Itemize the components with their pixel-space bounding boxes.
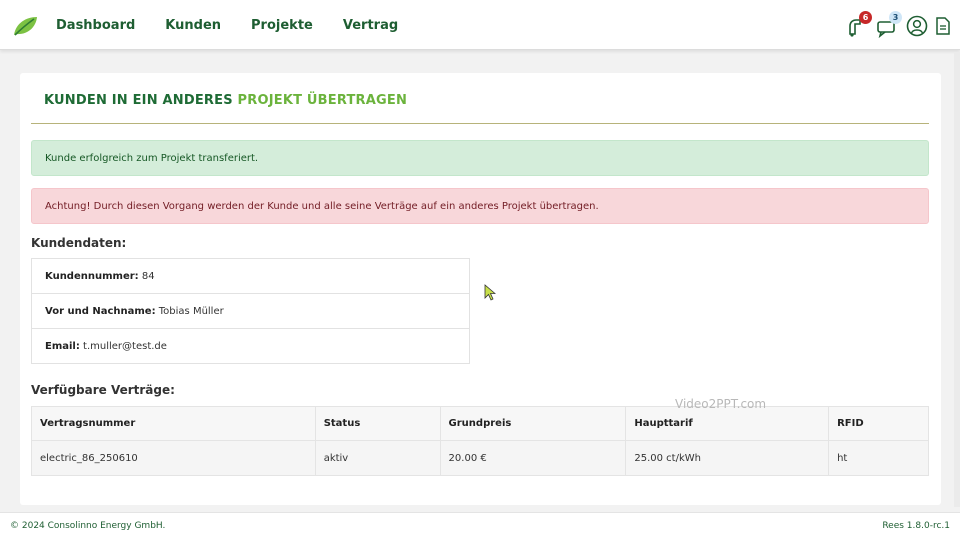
document-icon	[936, 17, 950, 35]
footer-copyright: © 2024 Consolinno Energy GmbH.	[10, 521, 166, 531]
user-profile-button[interactable]	[906, 14, 930, 40]
cell-grundpreis: 20.00 €	[439, 440, 627, 476]
footer-version: Rees 1.8.0-rc.1	[882, 521, 950, 531]
table-header-row: Vertragsnummer Status Grundpreis Hauptta…	[31, 406, 929, 441]
page-title: KUNDEN IN EIN ANDERES PROJEKT ÜBERTRAGEN	[44, 93, 407, 108]
customer-name-value: Tobias Müller	[155, 306, 224, 317]
success-alert: Kunde erfolgreich zum Projekt transferie…	[31, 140, 929, 176]
customer-data-heading: Kundendaten:	[31, 236, 127, 250]
nav-kunden[interactable]: Kunden	[165, 18, 221, 33]
watermark-text: Video2PPT.com	[675, 397, 767, 411]
title-divider	[31, 123, 929, 124]
customer-name-label: Vor und Nachname:	[45, 306, 156, 317]
customer-email-row: Email: t.muller@test.de	[32, 329, 469, 364]
cell-vertragsnummer: electric_86_250610	[31, 440, 316, 476]
contracts-table: Vertragsnummer Status Grundpreis Hauptta…	[31, 406, 929, 476]
customer-number-value: 84	[138, 271, 155, 282]
customer-name-row: Vor und Nachname: Tobias Müller	[32, 294, 469, 329]
page-scrollbar[interactable]	[954, 52, 960, 507]
nav-projekte[interactable]: Projekte	[251, 18, 313, 33]
transfer-customer-card: KUNDEN IN EIN ANDERES PROJEKT ÜBERTRAGEN…	[20, 73, 941, 505]
footer: © 2024 Consolinno Energy GmbH. Rees 1.8.…	[0, 512, 960, 540]
messages-button[interactable]: 3	[876, 11, 902, 40]
messages-badge: 3	[889, 11, 902, 24]
cell-status: aktiv	[314, 440, 441, 476]
page-title-part2: PROJEKT ÜBERTRAGEN	[237, 93, 408, 108]
customer-number-row: Kundennummer: 84	[32, 259, 469, 294]
cell-rfid: ht	[828, 440, 929, 476]
table-row[interactable]: electric_86_250610 aktiv 20.00 € 25.00 c…	[31, 440, 929, 476]
mouse-cursor-icon	[484, 284, 496, 301]
cell-haupttarif: 25.00 ct/kWh	[625, 440, 830, 476]
warning-alert: Achtung! Durch diesen Vorgang werden der…	[31, 188, 929, 224]
nav-dashboard[interactable]: Dashboard	[56, 18, 135, 33]
top-navbar: Dashboard Kunden Projekte Vertrag 6 3	[0, 0, 960, 50]
col-vertragsnummer[interactable]: Vertragsnummer	[31, 406, 316, 441]
customer-email-label: Email:	[45, 341, 80, 352]
col-grundpreis[interactable]: Grundpreis	[439, 406, 627, 441]
contracts-heading: Verfügbare Verträge:	[31, 383, 175, 397]
main-nav: Dashboard Kunden Projekte Vertrag	[56, 18, 398, 33]
customer-email-value: t.muller@test.de	[79, 341, 167, 352]
nav-vertrag[interactable]: Vertrag	[343, 18, 398, 33]
notifications-badge: 6	[859, 11, 872, 24]
leaf-logo-icon[interactable]	[12, 15, 38, 37]
user-avatar-icon	[906, 15, 928, 37]
document-button[interactable]	[934, 14, 958, 40]
customer-number-label: Kundennummer:	[45, 271, 139, 282]
customer-info-box: Kundennummer: 84 Vor und Nachname: Tobia…	[31, 258, 470, 364]
notifications-button[interactable]: 6	[846, 11, 872, 40]
col-haupttarif[interactable]: Haupttarif	[625, 406, 830, 441]
page-title-part1: KUNDEN IN EIN ANDERES	[44, 93, 238, 108]
col-status[interactable]: Status	[314, 406, 441, 441]
col-rfid[interactable]: RFID	[828, 406, 929, 441]
